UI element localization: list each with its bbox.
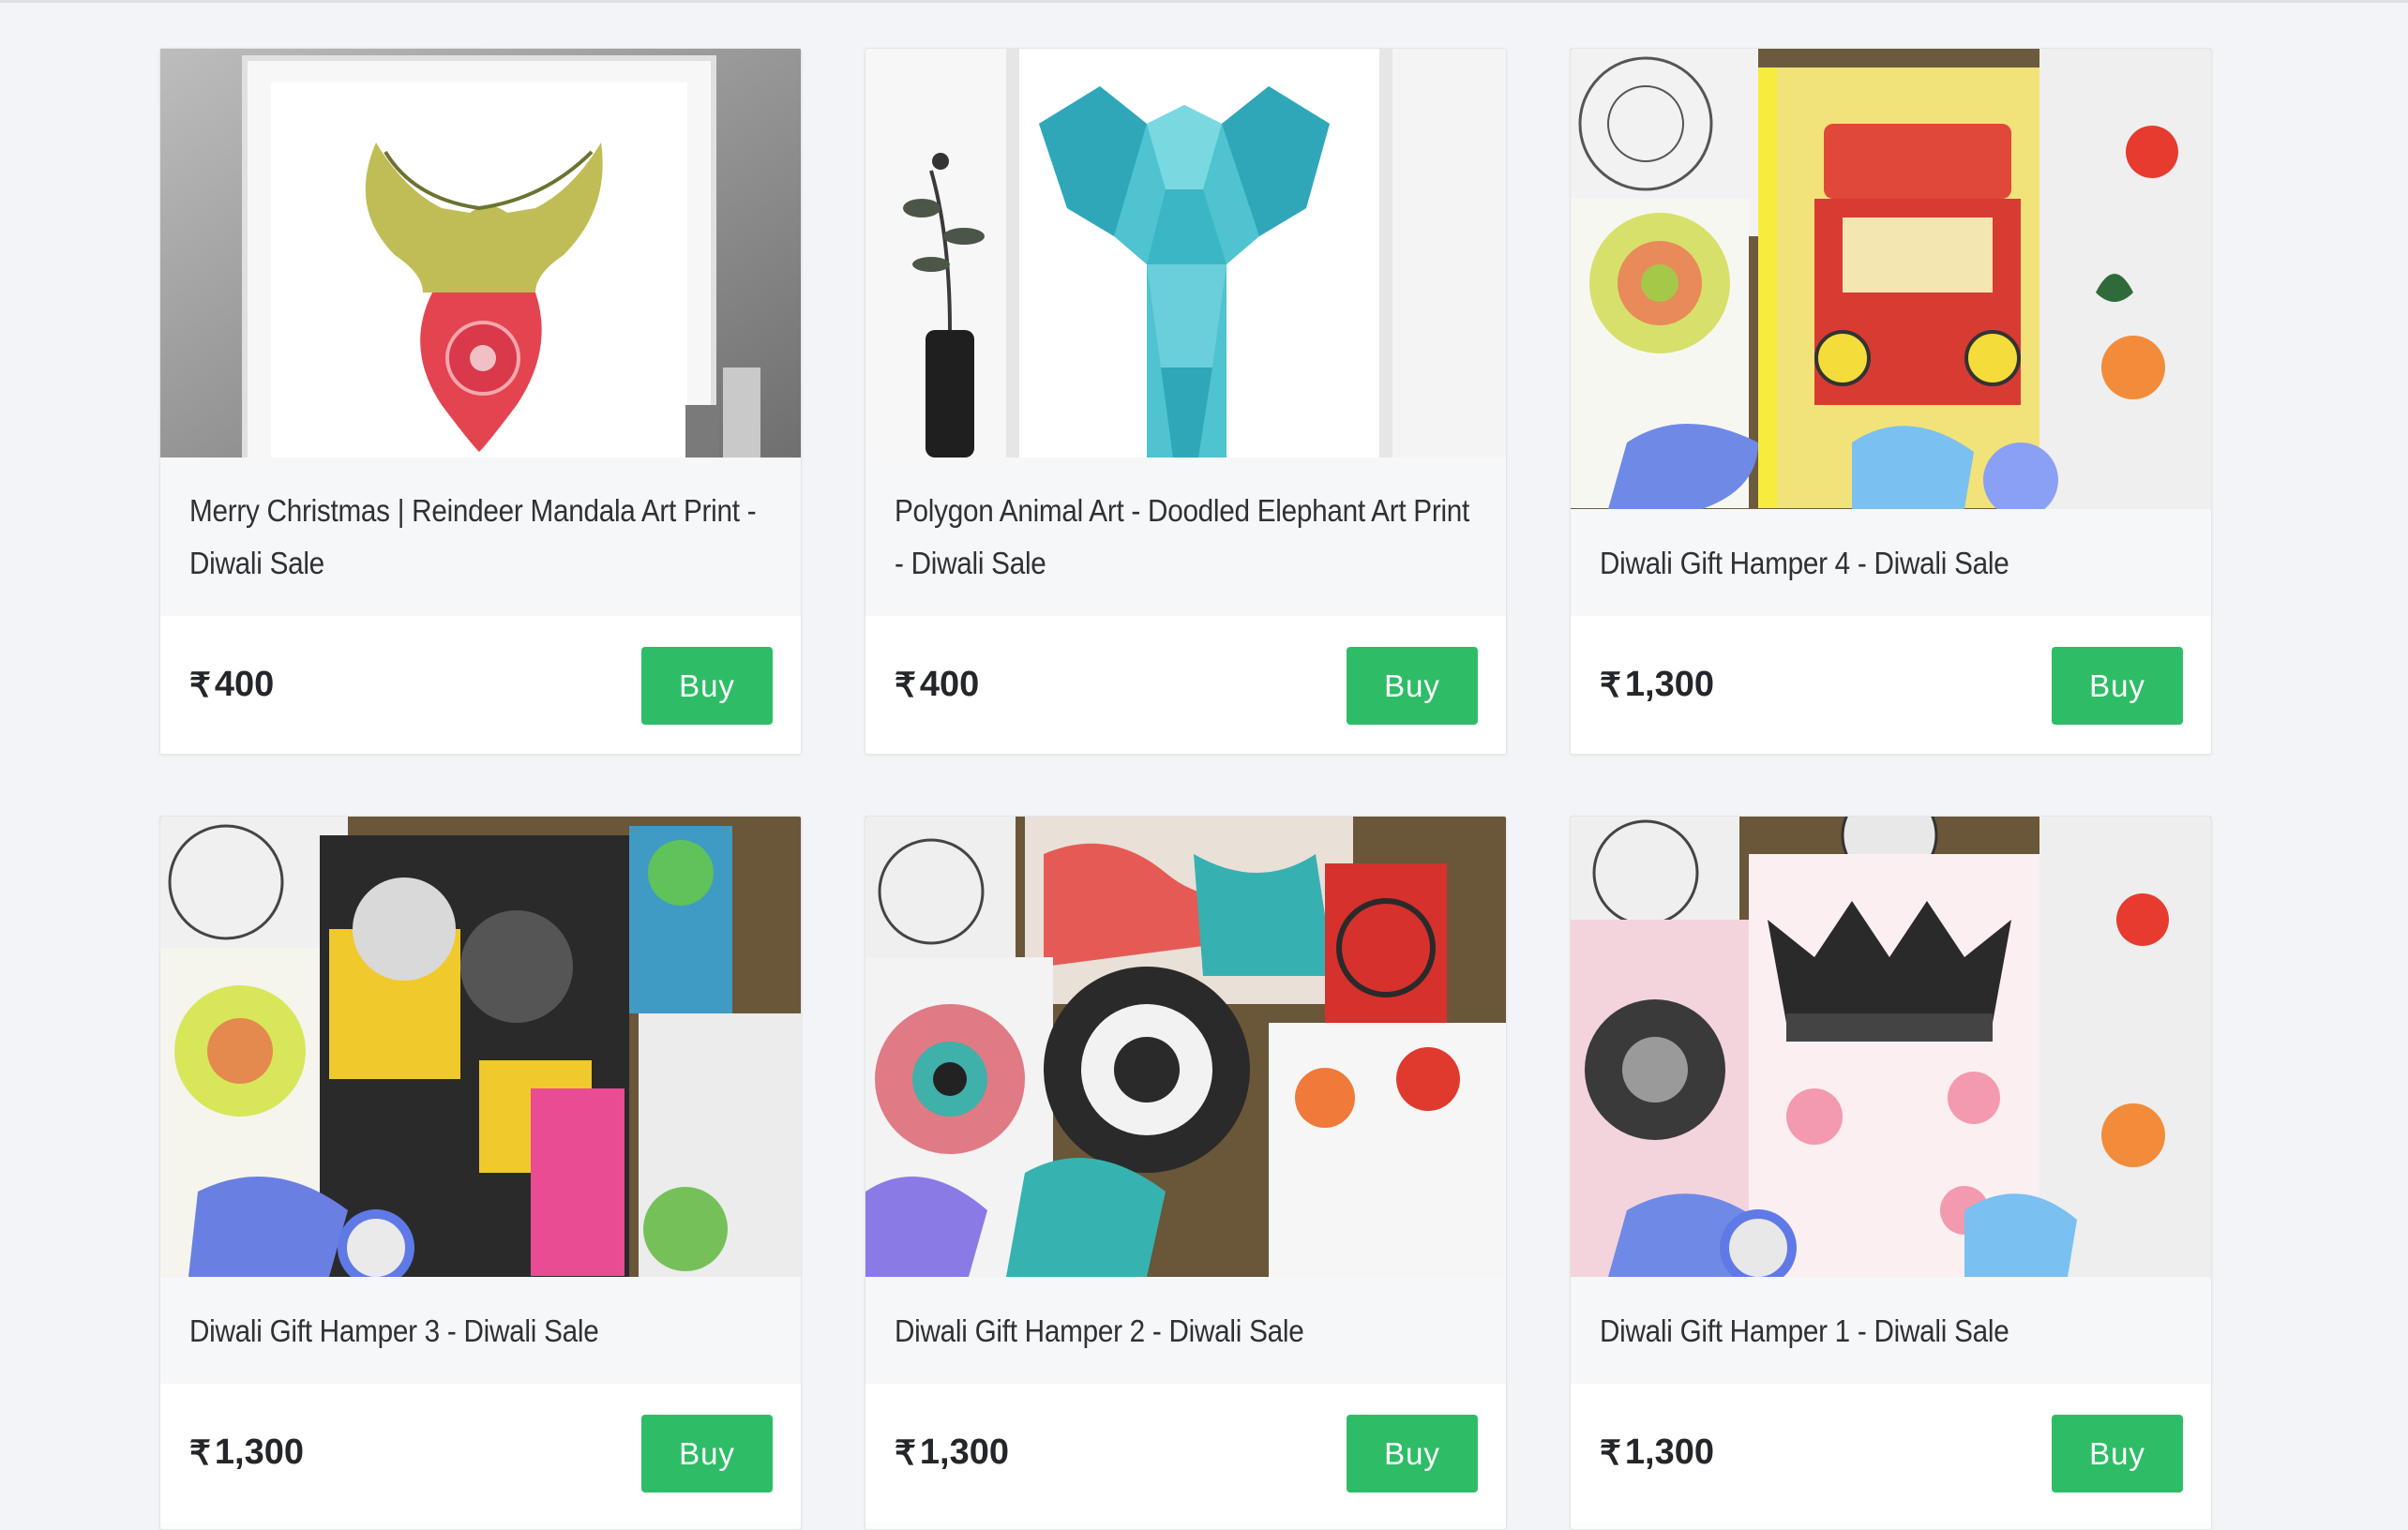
price-value: 1,300 bbox=[919, 1432, 1009, 1472]
buy-button[interactable]: Buy bbox=[1347, 1415, 1478, 1492]
polygon-elephant-print-image[interactable] bbox=[865, 49, 1506, 458]
product-card[interactable]: Diwali Gift Hamper 2 - Diwali Sale ₹ 1,3… bbox=[865, 816, 1507, 1530]
price-value: 400 bbox=[214, 665, 275, 704]
product-footer: ₹ 1,300 Buy bbox=[1571, 1384, 2211, 1522]
product-title-area: Diwali Gift Hamper 1 - Diwali Sale bbox=[1571, 1277, 2211, 1384]
buy-button[interactable]: Buy bbox=[2052, 1415, 2183, 1492]
product-title-area: Diwali Gift Hamper 2 - Diwali Sale bbox=[865, 1277, 1506, 1384]
buy-button[interactable]: Buy bbox=[641, 1415, 773, 1492]
rupee-icon: ₹ bbox=[895, 1432, 916, 1472]
product-card[interactable]: Diwali Gift Hamper 1 - Diwali Sale ₹ 1,3… bbox=[1570, 816, 2212, 1530]
product-price: ₹ 1,300 bbox=[189, 1432, 304, 1473]
price-value: 400 bbox=[919, 665, 980, 704]
product-footer: ₹ 1,300 Buy bbox=[865, 1384, 1506, 1522]
reindeer-mandala-print-image[interactable] bbox=[160, 49, 801, 458]
product-title[interactable]: Diwali Gift Hamper 2 - Diwali Sale bbox=[895, 1305, 1477, 1358]
product-price: ₹ 1,300 bbox=[1600, 1432, 1714, 1473]
product-title-area: Merry Christmas | Reindeer Mandala Art P… bbox=[160, 458, 801, 616]
product-title-area: Diwali Gift Hamper 4 - Diwali Sale bbox=[1571, 509, 2211, 616]
gift-hamper-crown-image[interactable] bbox=[1571, 817, 2211, 1277]
product-title[interactable]: Diwali Gift Hamper 4 - Diwali Sale bbox=[1600, 537, 2182, 590]
product-price: ₹ 1,300 bbox=[1600, 665, 1714, 705]
page-top-border bbox=[0, 0, 2408, 3]
buy-button[interactable]: Buy bbox=[641, 647, 773, 725]
product-title[interactable]: Diwali Gift Hamper 1 - Diwali Sale bbox=[1600, 1305, 2182, 1358]
buy-button[interactable]: Buy bbox=[1347, 647, 1478, 725]
gift-hamper-floral-image[interactable] bbox=[160, 817, 801, 1277]
price-value: 1,300 bbox=[214, 1432, 304, 1472]
buy-button[interactable]: Buy bbox=[2052, 647, 2183, 725]
rupee-icon: ₹ bbox=[1600, 665, 1621, 704]
gift-hamper-truck-image[interactable] bbox=[1571, 49, 2211, 509]
product-title[interactable]: Diwali Gift Hamper 3 - Diwali Sale bbox=[189, 1305, 772, 1358]
product-card[interactable]: Merry Christmas | Reindeer Mandala Art P… bbox=[159, 48, 802, 755]
product-title-area: Diwali Gift Hamper 3 - Diwali Sale bbox=[160, 1277, 801, 1384]
product-footer: ₹ 1,300 Buy bbox=[160, 1384, 801, 1522]
product-card[interactable]: Polygon Animal Art - Doodled Elephant Ar… bbox=[865, 48, 1507, 755]
product-footer: ₹ 400 Buy bbox=[160, 616, 801, 754]
product-card[interactable]: Diwali Gift Hamper 3 - Diwali Sale ₹ 1,3… bbox=[159, 816, 802, 1530]
product-title-area: Polygon Animal Art - Doodled Elephant Ar… bbox=[865, 458, 1506, 616]
product-price: ₹ 400 bbox=[189, 665, 274, 705]
product-title[interactable]: Polygon Animal Art - Doodled Elephant Ar… bbox=[895, 485, 1477, 590]
product-footer: ₹ 400 Buy bbox=[865, 616, 1506, 754]
price-value: 1,300 bbox=[1624, 1432, 1714, 1472]
product-footer: ₹ 1,300 Buy bbox=[1571, 616, 2211, 754]
price-value: 1,300 bbox=[1624, 665, 1714, 704]
product-card[interactable]: Diwali Gift Hamper 4 - Diwali Sale ₹ 1,3… bbox=[1570, 48, 2212, 755]
rupee-icon: ₹ bbox=[189, 1432, 211, 1472]
rupee-icon: ₹ bbox=[895, 665, 916, 704]
product-price: ₹ 1,300 bbox=[895, 1432, 1009, 1473]
rupee-icon: ₹ bbox=[189, 665, 211, 704]
gift-hamper-paisley-image[interactable] bbox=[865, 817, 1506, 1277]
product-price: ₹ 400 bbox=[895, 665, 979, 705]
rupee-icon: ₹ bbox=[1600, 1432, 1621, 1472]
product-title[interactable]: Merry Christmas | Reindeer Mandala Art P… bbox=[189, 485, 772, 590]
